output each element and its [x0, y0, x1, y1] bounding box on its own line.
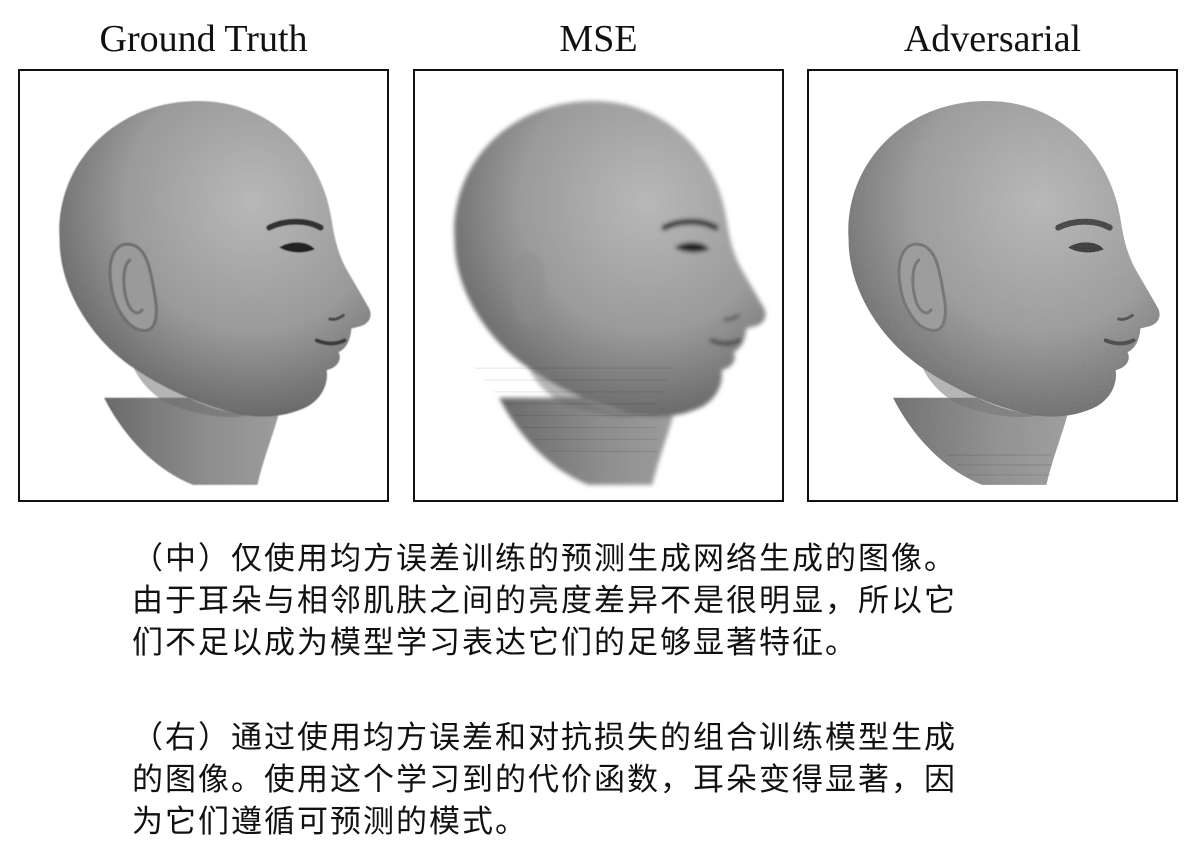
panel-adversarial [807, 69, 1178, 502]
panel-title-ground-truth: Ground Truth [99, 18, 308, 60]
caption-line: （右）通过使用均方误差和对抗损失的组合训练模型生成 [132, 720, 957, 756]
panel-title-mse: MSE [559, 18, 638, 60]
panel-title-adversarial: Adversarial [903, 18, 1082, 60]
head-image-mse [415, 71, 782, 500]
caption-line: 们不足以成为模型学习表达它们的足够显著特征。 [132, 625, 858, 661]
head-image-adversarial [809, 71, 1176, 500]
caption-line: 由于耳朵与相邻肌肤之间的亮度差异不是很明显，所以它 [132, 583, 957, 619]
caption-middle: （中）仅使用均方误差训练的预测生成网络生成的图像。 由于耳朵与相邻肌肤之间的亮度… [132, 538, 1052, 664]
caption-line: （中）仅使用均方误差训练的预测生成网络生成的图像。 [132, 541, 957, 577]
caption-line: 的图像。使用这个学习到的代价函数，耳朵变得显著，因 [132, 762, 957, 798]
panel-mse [413, 69, 784, 502]
caption-right: （右）通过使用均方误差和对抗损失的组合训练模型生成 的图像。使用这个学习到的代价… [132, 717, 1052, 843]
caption-line: 为它们遵循可预测的模式。 [132, 804, 528, 840]
panel-ground-truth [18, 69, 389, 502]
head-image-ground-truth [20, 71, 387, 500]
